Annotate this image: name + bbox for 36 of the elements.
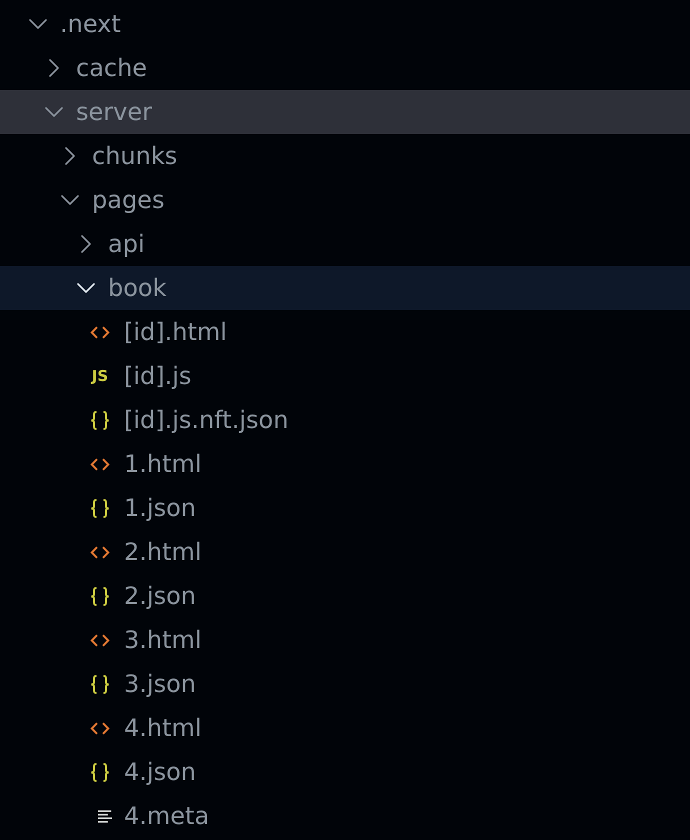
folder-item[interactable]: chunks [0,134,690,178]
folder-item[interactable]: pages [0,178,690,222]
file-item[interactable]: 1.html [0,442,690,486]
angle-brackets-icon [90,458,110,470]
angle-brackets-icon [90,634,110,646]
file-item[interactable]: 4.html [0,706,690,750]
file-item[interactable]: 1.json [0,486,690,530]
file-item[interactable]: 3.html [0,618,690,662]
curly-braces-icon [90,674,110,694]
file-item[interactable]: [id].html [0,310,690,354]
chevron-down-icon[interactable] [29,19,47,29]
file-item[interactable]: 2.json [0,574,690,618]
file-item[interactable]: JS [id].js [0,354,690,398]
folder-item[interactable]: book [0,266,690,310]
folder-item[interactable]: cache [0,46,690,90]
text-lines-icon [98,808,112,824]
curly-braces-icon [90,762,110,782]
curly-braces-icon [90,498,110,518]
chevron-right-icon[interactable] [49,59,59,77]
curly-braces-icon [90,410,110,430]
angle-brackets-icon [90,546,110,558]
file-item[interactable]: [id].js.nft.json [0,398,690,442]
file-item[interactable]: 4.meta [0,794,690,838]
angle-brackets-icon [90,326,110,338]
js-icon: JS [92,368,108,384]
file-item[interactable]: 3.json [0,662,690,706]
folder-item[interactable]: server [0,90,690,134]
chevron-down-icon[interactable] [61,195,79,205]
file-item[interactable]: 4.json [0,750,690,794]
chevron-right-icon[interactable] [81,235,91,253]
file-item[interactable]: 2.html [0,530,690,574]
folder-item[interactable]: api [0,222,690,266]
chevron-right-icon[interactable] [65,147,75,165]
angle-brackets-icon [90,722,110,734]
curly-braces-icon [90,586,110,606]
folder-item[interactable]: .next [0,2,690,46]
